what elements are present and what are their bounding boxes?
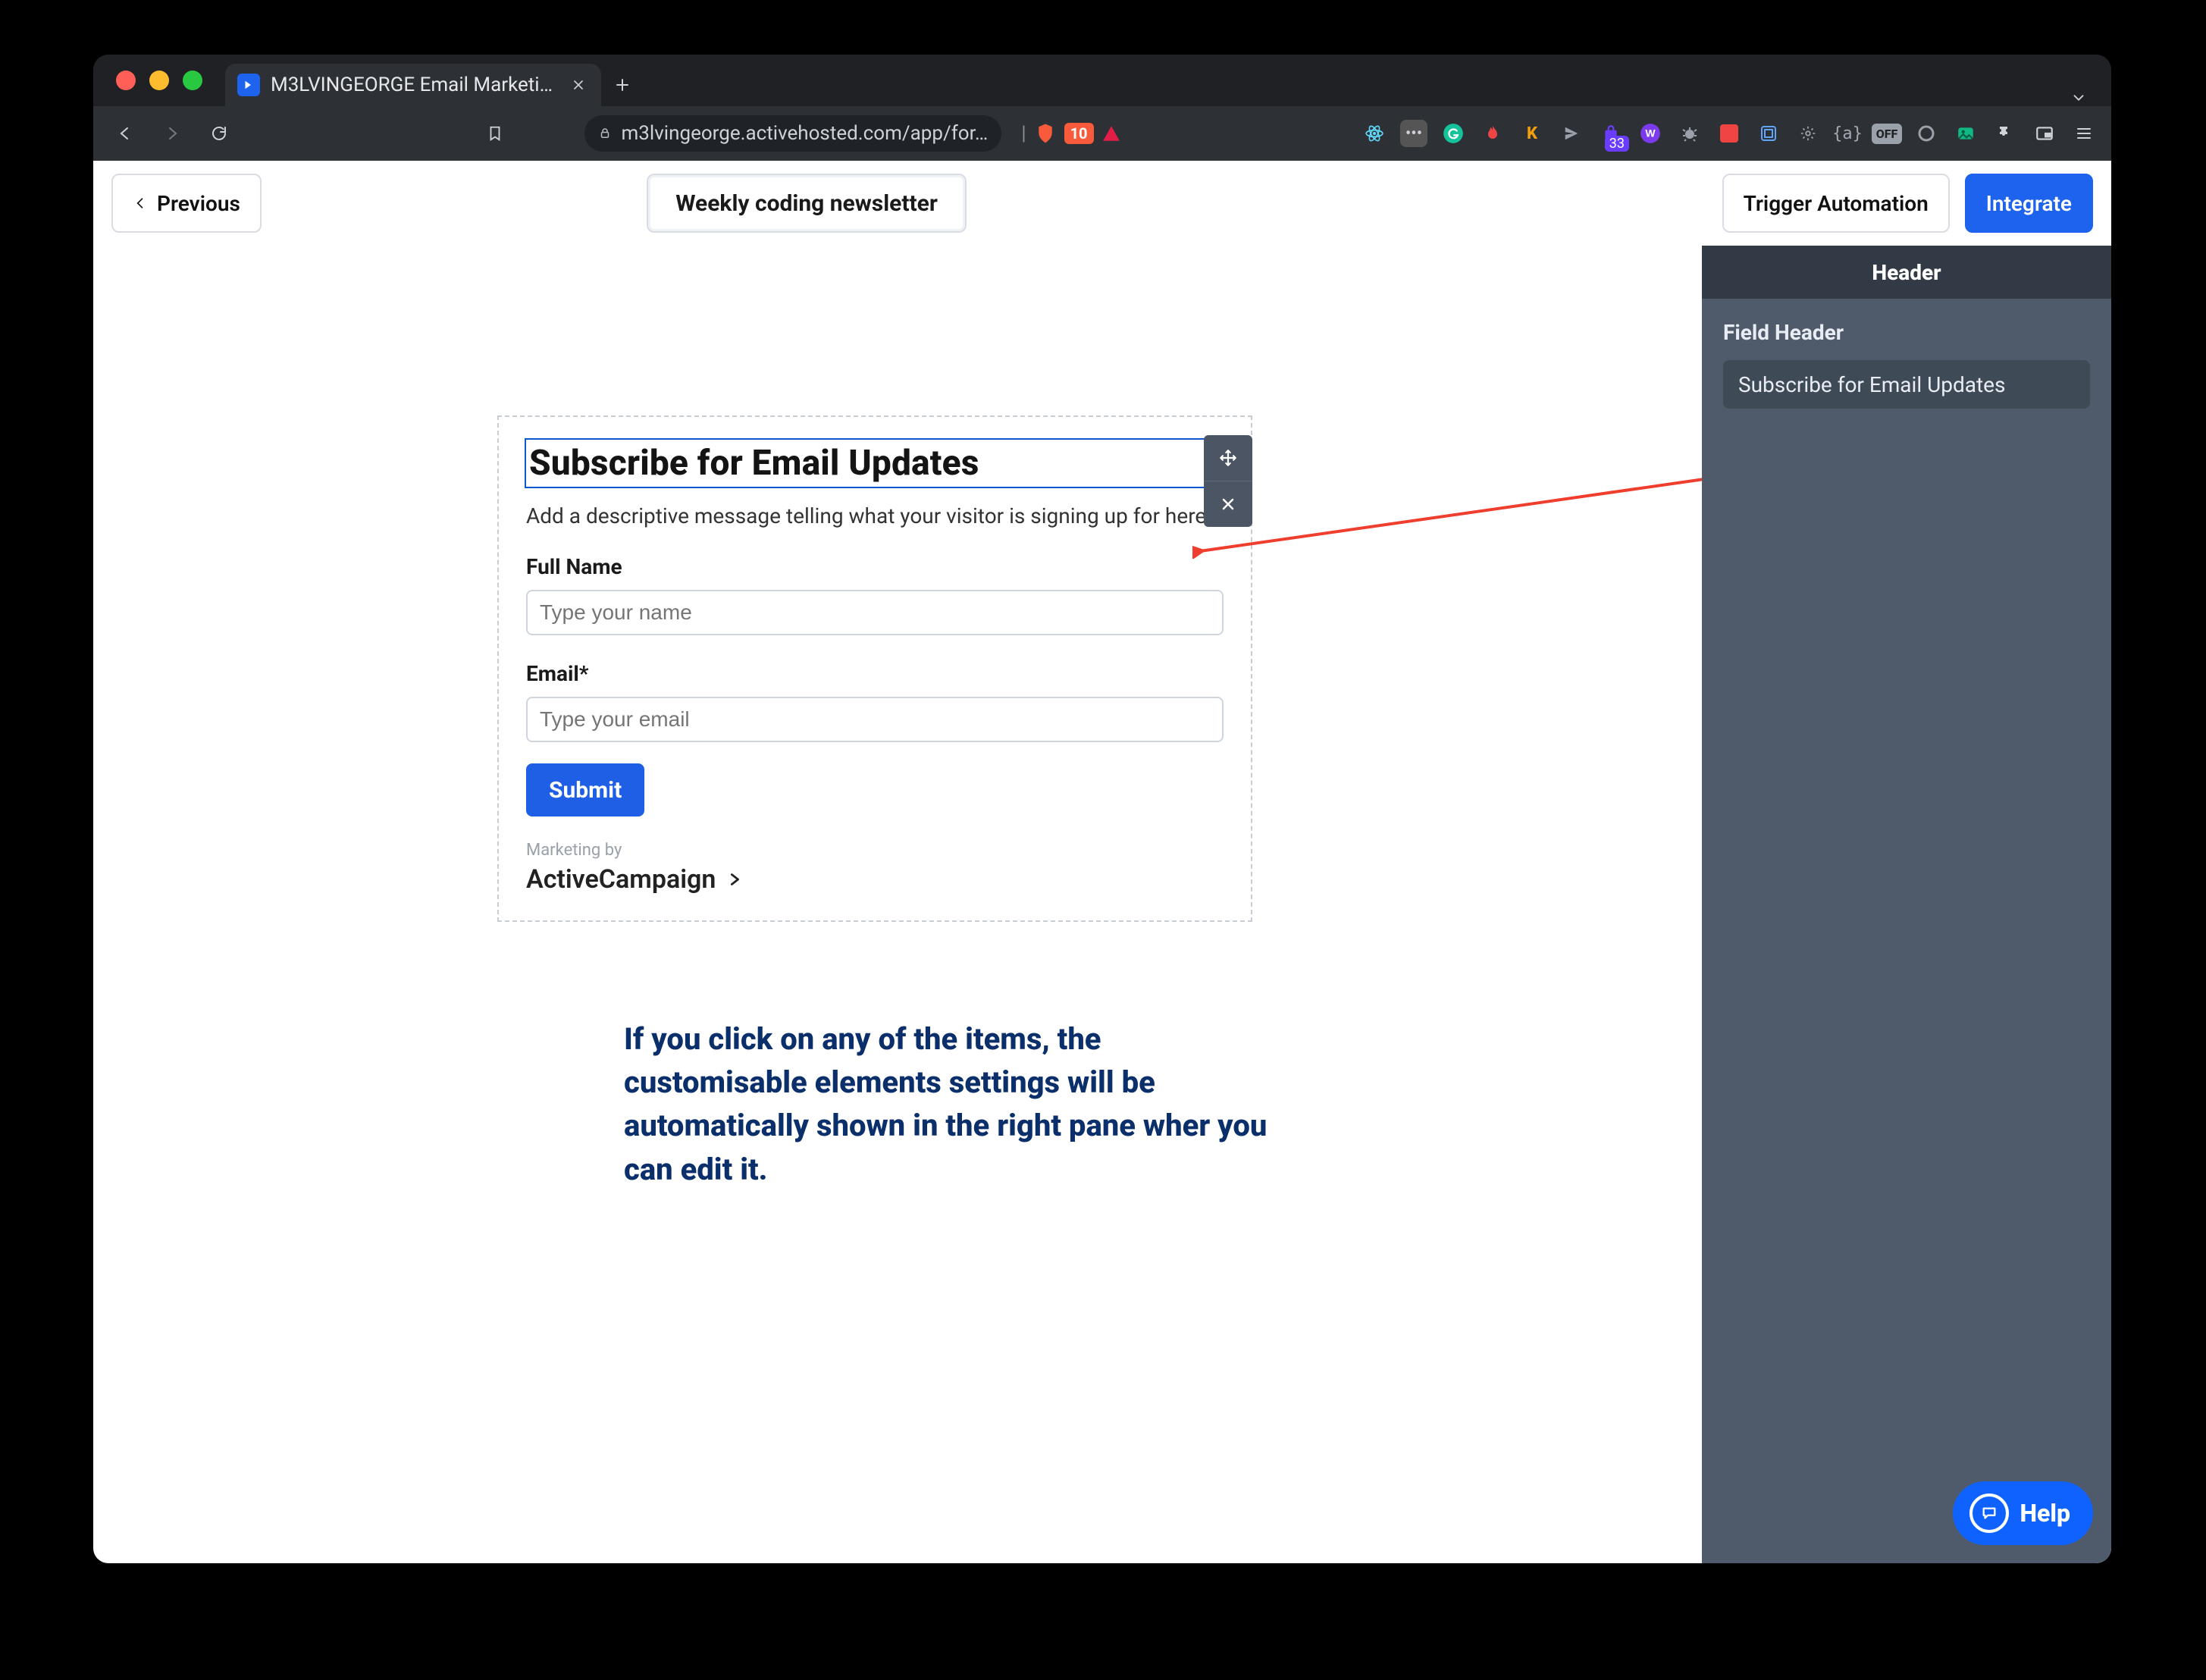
brave-shield-icon: [1034, 122, 1057, 145]
app-actions: Trigger Automation Integrate: [1722, 174, 2093, 233]
help-button[interactable]: Help: [1953, 1481, 2093, 1545]
form-title-field[interactable]: Weekly coding newsletter: [647, 174, 967, 233]
browser-window: M3LVINGEORGE Email Marketin…: [93, 55, 2111, 1563]
ext-k-icon[interactable]: K: [1518, 120, 1546, 147]
marketing-by-label: Marketing by: [526, 841, 1224, 860]
reload-icon[interactable]: [201, 115, 237, 152]
ext-circle-icon[interactable]: [1913, 120, 1940, 147]
panel-title: Header: [1702, 246, 2111, 299]
activecampaign-text: ActiveCampaign: [526, 864, 716, 895]
new-tab-button[interactable]: [601, 64, 644, 106]
traffic-close-icon[interactable]: [116, 71, 136, 90]
ext-bag-icon[interactable]: 33: [1597, 120, 1625, 147]
ext-pip-icon[interactable]: [2031, 120, 2058, 147]
element-handles: [1204, 435, 1252, 527]
form-canvas: Subscribe for Email Updates Add a descri…: [93, 161, 1702, 1563]
field-header-value: Subscribe for Email Updates: [1738, 372, 2005, 397]
favicon-icon: [237, 74, 260, 96]
ext-puzzle-icon[interactable]: [1991, 120, 2019, 147]
email-input[interactable]: [526, 697, 1224, 742]
tabstrip-overflow-icon[interactable]: [2057, 89, 2101, 106]
traffic-max-icon[interactable]: [183, 71, 202, 90]
svg-text:W: W: [1645, 127, 1656, 139]
ext-grammarly-icon[interactable]: [1440, 120, 1467, 147]
activecampaign-logo[interactable]: ActiveCampaign: [526, 864, 1224, 895]
ext-dots-icon[interactable]: •••: [1400, 120, 1427, 147]
lock-icon: [598, 127, 612, 140]
help-label: Help: [2020, 1499, 2070, 1528]
omnibox[interactable]: m3lvingeorge.activehosted.com/app/for…: [584, 115, 1001, 152]
email-label: Email*: [526, 661, 1224, 686]
browser-toolbar: m3lvingeorge.activehosted.com/app/for… |…: [93, 106, 2111, 161]
previous-button[interactable]: Previous: [111, 174, 262, 233]
chevron-right-icon: [726, 871, 743, 888]
ext-paper-icon[interactable]: [1558, 120, 1585, 147]
annotation-text: If you click on any of the items, the cu…: [624, 1017, 1291, 1191]
form-preview[interactable]: Subscribe for Email Updates Add a descri…: [497, 415, 1252, 922]
extensions-row: ••• K 33 W {a} OFF: [1361, 120, 2098, 147]
submit-button[interactable]: Submit: [526, 763, 644, 816]
ext-react-icon[interactable]: [1361, 120, 1388, 147]
fullname-label: Full Name: [526, 554, 1224, 579]
ext-braces-icon[interactable]: {a}: [1834, 120, 1861, 147]
fullname-input[interactable]: [526, 590, 1224, 635]
warning-icon: [1101, 124, 1121, 143]
help-bubble-icon: [1969, 1494, 2009, 1533]
ext-red-square-icon[interactable]: [1716, 120, 1743, 147]
delete-handle-icon[interactable]: [1204, 481, 1252, 527]
form-title-text: Weekly coding newsletter: [675, 190, 938, 217]
bookmark-icon[interactable]: [477, 115, 513, 152]
ext-w-icon[interactable]: W: [1637, 120, 1664, 147]
app-page: Previous Weekly coding newsletter Trigge…: [93, 161, 2111, 1563]
ext-gear-icon[interactable]: [1794, 120, 1822, 147]
shield-count: 10: [1064, 123, 1094, 144]
app-topbar: Previous Weekly coding newsletter Trigge…: [93, 161, 2111, 246]
ext-bag-badge: 33: [1605, 136, 1629, 152]
browser-tab-title: M3LVINGEORGE Email Marketin…: [271, 74, 560, 96]
integrate-label: Integrate: [1986, 191, 2072, 216]
browser-tab[interactable]: M3LVINGEORGE Email Marketin…: [225, 64, 601, 106]
ext-frame-icon[interactable]: [1755, 120, 1782, 147]
settings-panel: Header Field Header Subscribe for Email …: [1702, 246, 2111, 1563]
form-description[interactable]: Add a descriptive message telling what y…: [526, 503, 1224, 528]
traffic-min-icon[interactable]: [149, 71, 169, 90]
ext-bug-icon[interactable]: [1676, 120, 1703, 147]
nav-back-icon[interactable]: [107, 115, 143, 152]
browser-tabstrip: M3LVINGEORGE Email Marketin…: [93, 55, 2111, 106]
chevron-left-icon: [133, 196, 148, 211]
trigger-automation-button[interactable]: Trigger Automation: [1722, 174, 1950, 233]
brave-shield[interactable]: | 10: [1021, 122, 1120, 145]
previous-button-label: Previous: [157, 191, 240, 216]
browser-menu-icon[interactable]: [2070, 120, 2098, 147]
nav-forward-icon[interactable]: [154, 115, 190, 152]
integrate-button[interactable]: Integrate: [1965, 174, 2093, 233]
trigger-automation-label: Trigger Automation: [1744, 191, 1929, 216]
ext-image-icon[interactable]: [1952, 120, 1979, 147]
form-heading[interactable]: Subscribe for Email Updates: [526, 440, 1224, 487]
tab-close-icon[interactable]: [571, 77, 586, 92]
macos-traffic-lights: [104, 55, 225, 106]
omnibox-url: m3lvingeorge.activehosted.com/app/for…: [621, 122, 988, 145]
move-handle-icon[interactable]: [1204, 435, 1252, 481]
ext-flame-icon[interactable]: [1479, 120, 1506, 147]
shield-separator: |: [1021, 122, 1026, 145]
ext-off-icon[interactable]: OFF: [1873, 120, 1900, 147]
annotation-arrow: [1192, 468, 1738, 559]
panel-subheading: Field Header: [1702, 299, 2111, 360]
field-header-input[interactable]: Subscribe for Email Updates: [1723, 360, 2090, 409]
